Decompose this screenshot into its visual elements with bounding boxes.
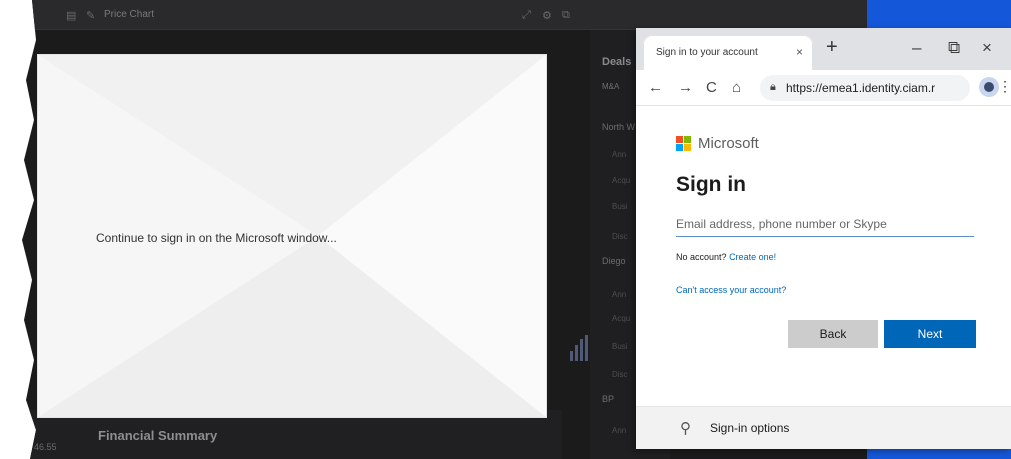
deals-row-label: Ann [612, 150, 627, 159]
deals-row-label: Acqu [612, 176, 631, 185]
back-arrow-icon[interactable]: ← [648, 79, 663, 96]
toolbar-title: Price Chart [104, 9, 155, 20]
price-value: 46.55 [34, 442, 57, 452]
toolbar-icon[interactable]: ✎ [86, 9, 95, 22]
key-icon: ⚲ [680, 420, 691, 437]
signin-content: Microsoft Sign in No account? Create one… [636, 106, 1011, 406]
home-icon[interactable]: ⌂ [732, 79, 741, 96]
address-bar: ← → C ⌂ 🔒︎ https://emea1.identity.ciam.r… [636, 70, 1011, 106]
back-button[interactable]: Back [788, 320, 878, 348]
signin-modal: Continue to sign in on the Microsoft win… [38, 55, 546, 417]
deals-tab[interactable]: M&A [602, 82, 619, 91]
browser-titlebar[interactable]: Sign in to your account × + – ⧉ × [636, 28, 1011, 70]
url-text: https://emea1.identity.ciam.r [786, 81, 936, 95]
deals-row-label: Busi [612, 342, 628, 351]
minimize-icon[interactable]: – [912, 38, 921, 58]
signin-options-label: Sign-in options [710, 421, 790, 435]
deals-group: North W [602, 122, 636, 132]
browser-tab[interactable]: Sign in to your account × [644, 36, 812, 70]
bars-icon [570, 335, 590, 361]
no-account-text: No account? Create one! [676, 252, 776, 262]
tab-title: Sign in to your account [656, 47, 758, 58]
no-account-label: No account? [676, 252, 727, 262]
deals-row-label: Busi [612, 202, 628, 211]
toolbar-icon[interactable]: ⚙ [542, 9, 552, 22]
profile-avatar[interactable] [979, 77, 999, 97]
new-tab-icon[interactable]: + [826, 36, 838, 59]
close-tab-icon[interactable]: × [796, 45, 803, 59]
create-account-link[interactable]: Create one! [729, 252, 776, 262]
microsoft-logo-icon [676, 136, 692, 152]
browser-popup: Sign in to your account × + – ⧉ × ← → C … [636, 28, 1011, 449]
deals-group: Diego [602, 256, 626, 266]
financial-summary-title: Financial Summary [98, 428, 218, 443]
cant-access-link[interactable]: Can't access your account? [676, 285, 786, 295]
close-window-icon[interactable]: × [982, 38, 992, 58]
toolbar-icon[interactable]: ⧉ [562, 9, 570, 22]
url-field[interactable]: 🔒︎ https://emea1.identity.ciam.r [760, 75, 970, 101]
app-toolbar: ▤ ✎ Price Chart ⤢ ⚙ ⧉ [22, 0, 1011, 30]
screenshot-stage: ▤ ✎ Price Chart ⤢ ⚙ ⧉ Deals M&A North W … [0, 0, 1011, 459]
deals-row-label: Disc [612, 232, 628, 241]
menu-icon[interactable]: ⋮ [998, 78, 1011, 95]
deals-title: Deals [602, 56, 632, 68]
financial-summary-bar: 46.55 Financial Summary [22, 410, 562, 459]
deals-row-label: Ann [612, 290, 627, 299]
deals-row-label: Disc [612, 370, 628, 379]
lock-icon: 🔒︎ [770, 81, 776, 93]
forward-arrow-icon[interactable]: → [678, 79, 693, 96]
brand-name: Microsoft [698, 135, 759, 152]
deals-row-label: Ann [612, 426, 627, 435]
toolbar-icon[interactable]: ⤢ [522, 9, 531, 22]
deals-row-label: Acqu [612, 314, 631, 323]
reload-icon[interactable]: C [706, 79, 717, 96]
signin-heading: Sign in [676, 173, 746, 196]
restore-icon[interactable]: ⧉ [948, 38, 960, 58]
next-button[interactable]: Next [884, 320, 976, 348]
email-field[interactable] [676, 211, 974, 237]
continue-message: Continue to sign in on the Microsoft win… [96, 231, 337, 245]
toolbar-icon[interactable]: ▤ [66, 9, 76, 22]
deals-group: BP [602, 394, 615, 404]
signin-options-bar[interactable]: ⚲ Sign-in options [636, 406, 1011, 449]
